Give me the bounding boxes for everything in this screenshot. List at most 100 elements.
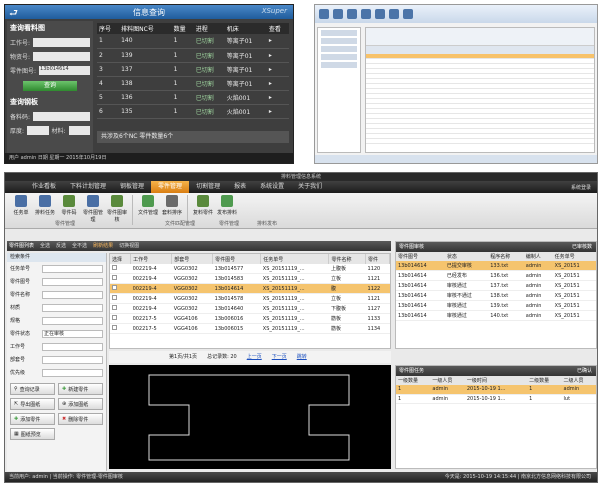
table-row[interactable]: 002217-5 VGG4106 13b006016 XS_20151119_... 筋… <box>110 313 390 324</box>
row-checkbox[interactable] <box>112 275 117 280</box>
input-part-drawing[interactable]: 13b014614 <box>39 65 90 75</box>
invert-select[interactable]: 反选 <box>56 241 66 251</box>
switch-view[interactable]: 切换视图 <box>119 241 139 251</box>
view-icon[interactable]: ▸ <box>266 76 289 91</box>
table-row[interactable]: 002217-5 VGG4106 13b006015 XS_20151119_... 筋… <box>110 323 390 334</box>
query-record-button[interactable]: ⚲ 查询记录 <box>10 383 55 395</box>
ribbon-file[interactable]: 文件管理 <box>136 195 160 216</box>
table-row[interactable]: 6 135 1 已切割 火焰001 ▸ <box>97 104 289 119</box>
assembly-no-select[interactable] <box>42 355 103 364</box>
ribbon-sort[interactable]: 套料排序 <box>160 195 184 216</box>
material-select[interactable] <box>42 303 103 312</box>
cell: lut <box>561 394 596 404</box>
table-row[interactable]: 13b014614 审核通过 139.txt admin XS_20151 <box>396 300 596 311</box>
prev-page-link[interactable]: 上一页 <box>247 351 262 363</box>
next-page-link[interactable]: 下一页 <box>272 351 287 363</box>
view-icon[interactable]: ▸ <box>266 34 289 49</box>
cell: 13b014583 <box>212 273 261 284</box>
view-icon[interactable]: ▸ <box>266 62 289 77</box>
ribbon-nest-task[interactable]: 排料任务 <box>33 195 57 216</box>
menu-about[interactable]: 关于我们 <box>291 181 329 193</box>
table-row[interactable]: 13b014614 已经发布 136.txt admin XS_20151 <box>396 270 596 281</box>
menu-dashboard[interactable]: 作业看板 <box>25 181 63 193</box>
task-no-select[interactable] <box>42 264 103 273</box>
table-row[interactable]: 1 admin 2015-10-19 1... 1 lut <box>396 394 596 404</box>
label-material: 材料: <box>51 127 66 135</box>
cell: 2 <box>97 48 120 63</box>
view-icon[interactable]: ▸ <box>266 48 289 63</box>
query-button[interactable]: 查询 <box>23 81 77 91</box>
table-row[interactable]: 3 137 1 已切割 等离子01 ▸ <box>97 62 289 77</box>
ribbon-label: 任务单 <box>13 210 29 216</box>
new-part-button[interactable]: ✚ 新建零件 <box>58 383 103 395</box>
table-row[interactable]: 002219-4 VGG0302 13b014640 XS_20151119_... 下… <box>110 303 390 314</box>
menu-settings[interactable]: 系统设置 <box>253 181 291 193</box>
row-checkbox[interactable] <box>112 325 117 330</box>
preview-drawing-button[interactable]: ▦ 图纸预览 <box>10 428 55 440</box>
row-checkbox[interactable] <box>112 315 117 320</box>
input-job-no[interactable] <box>33 37 90 47</box>
input-material[interactable] <box>68 125 90 135</box>
select-none[interactable]: 全不选 <box>72 241 87 251</box>
table-row[interactable]: 4 138 1 已切割 等离子01 ▸ <box>97 76 289 91</box>
select-all[interactable]: 全选 <box>40 241 50 251</box>
delete-part-button[interactable]: ✖ 删除零件 <box>58 413 103 425</box>
table-row[interactable]: 002219-4 VGG0302 13b014583 XS_20151119_... 立… <box>110 273 390 284</box>
ribbon-copy-part[interactable]: 复料零件 <box>191 195 215 216</box>
col-part: 零件 <box>365 254 390 264</box>
row-checkbox[interactable] <box>112 265 117 270</box>
cell: 1 <box>527 385 562 395</box>
input-material-no[interactable] <box>33 51 90 61</box>
refresh-result[interactable]: 刷新结果 <box>93 241 113 251</box>
jump-link[interactable]: 跳转 <box>297 351 307 363</box>
cell: XS_20151119_... <box>260 323 329 334</box>
system-login[interactable]: 系统登录 <box>571 184 591 191</box>
field-label: 零件名称 <box>10 292 31 298</box>
view-icon[interactable]: ▸ <box>266 104 289 119</box>
field-priority: 优先级 <box>7 366 106 379</box>
view-icon[interactable]: ▸ <box>266 90 289 105</box>
table-row[interactable]: 13b014614 审核通过 137.txt admin XS_20151 <box>396 280 596 291</box>
table-row[interactable]: 5 136 1 已切割 火焰001 ▸ <box>97 90 289 105</box>
menu-parts[interactable]: 零件管理 <box>151 181 190 193</box>
table-row[interactable]: 13b014614 审核不通过 138.txt admin XS_20151 <box>396 290 596 301</box>
spec-select[interactable] <box>42 316 103 325</box>
priority-input[interactable] <box>42 368 103 377</box>
field-label: 工作号 <box>10 344 26 350</box>
export-drawing-button[interactable]: ⇱ 导出图纸 <box>10 398 55 410</box>
menu-plate[interactable]: 钢板管理 <box>113 181 151 193</box>
table-row[interactable]: 002219-4 VGG0302 13b014578 XS_20151119_... 立… <box>110 293 390 304</box>
add-part-button[interactable]: ✚ 添加零件 <box>10 413 55 425</box>
table-row[interactable]: 13b014614 已提交审核 133.txt admin XS_20151 <box>396 261 596 271</box>
table-row[interactable]: 13b014614 审核通过 140.txt admin XS_20151 <box>396 310 596 321</box>
input-stock-code[interactable] <box>33 111 90 121</box>
row-checkbox[interactable] <box>112 285 117 290</box>
menu-cut-plan[interactable]: 下料计划管理 <box>63 181 113 193</box>
row-checkbox-cell <box>110 323 131 334</box>
ribbon-task[interactable]: 任务单 <box>9 195 33 216</box>
table-row[interactable]: 002219-4 VGG0302 13b014577 XS_20151119_... 上… <box>110 264 390 274</box>
field-material: 材质 <box>7 301 106 314</box>
row-checkbox[interactable] <box>112 305 117 310</box>
table-row[interactable]: 2 139 1 已切割 等离子01 ▸ <box>97 48 289 63</box>
table-row[interactable]: 002219-4 VGG0302 13b014614 XS_20151119_... 腹… <box>110 283 390 294</box>
add-drawing-button[interactable]: ⊕ 添加图纸 <box>58 398 103 410</box>
job-no-input[interactable] <box>42 342 103 351</box>
menu-report[interactable]: 报表 <box>227 181 253 193</box>
ribbon-drawing-review[interactable]: 零件图审核 <box>105 195 129 223</box>
record-count: 总记录数: 20 <box>207 354 237 360</box>
ribbon-part-drawing[interactable]: 零件图管理 <box>81 195 105 223</box>
part-name-select[interactable] <box>42 290 103 299</box>
row-checkbox-cell <box>110 293 131 304</box>
table-row[interactable]: 1 admin 2015-10-19 1... 1 admin <box>396 385 596 395</box>
main-app-window: 排料管理信息系统 作业看板 下料计划管理 钢板管理 零件管理 切割管理 报表 系… <box>4 172 598 483</box>
menu-cutting[interactable]: 切割管理 <box>189 181 227 193</box>
status-select[interactable]: 正在审核 <box>42 329 103 338</box>
row-checkbox[interactable] <box>112 295 117 300</box>
col-qty: 数量 <box>171 23 194 34</box>
table-row[interactable]: 1 140 1 已切割 等离子01 ▸ <box>97 34 289 49</box>
input-thickness[interactable] <box>27 125 49 135</box>
drawing-no-input[interactable] <box>42 277 103 286</box>
ribbon-publish[interactable]: 发布排料 <box>215 195 239 216</box>
ribbon-part-code[interactable]: 零件码 <box>57 195 81 216</box>
